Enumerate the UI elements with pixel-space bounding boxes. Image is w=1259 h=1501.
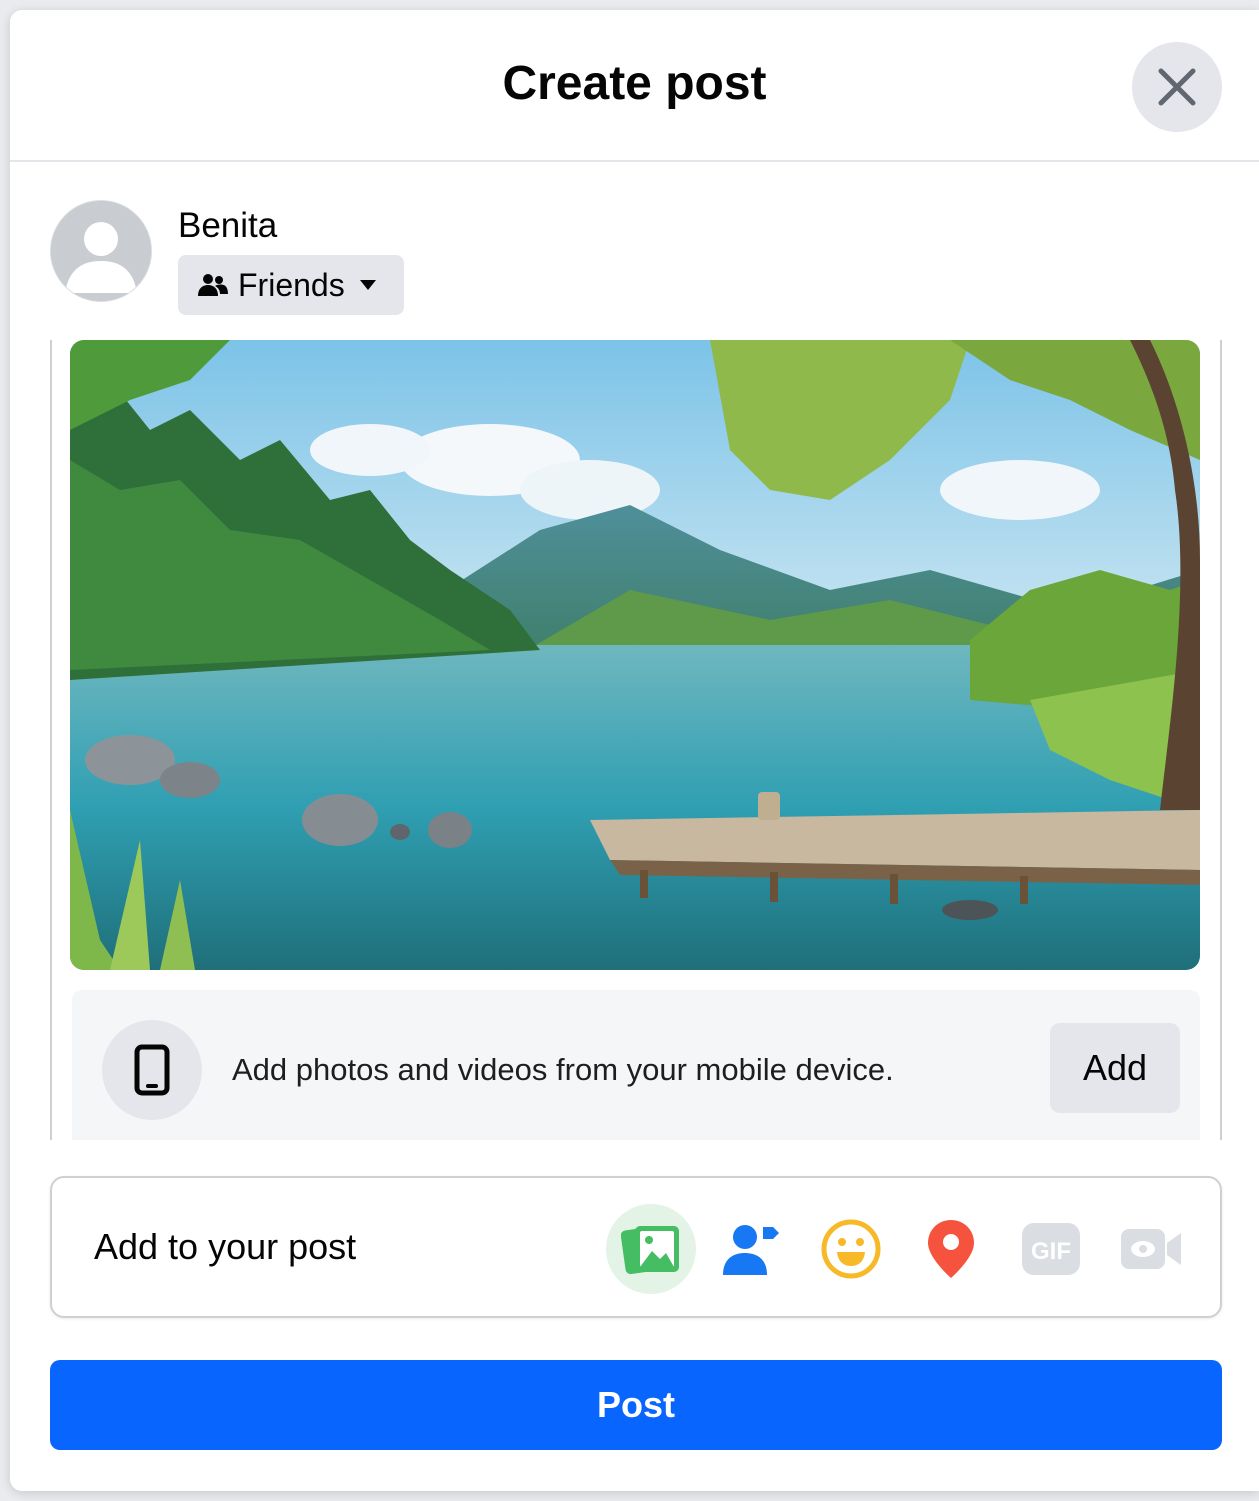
attached-photo[interactable] [70, 340, 1200, 970]
close-icon [1158, 68, 1196, 106]
tag-people-icon [723, 1225, 779, 1275]
mobile-upload-prompt: Add photos and videos from your mobile d… [232, 1052, 894, 1087]
photo-video-button[interactable] [606, 1204, 696, 1294]
audience-label: Friends [238, 266, 345, 303]
photo-video-icon [621, 1225, 679, 1275]
gif-button: GIF [1006, 1204, 1096, 1294]
live-video-button [1106, 1204, 1196, 1294]
feeling-activity-button[interactable] [806, 1204, 896, 1294]
feeling-icon [821, 1219, 881, 1279]
post-author: Benita Friends [50, 200, 650, 315]
mobile-phone-icon [134, 1044, 170, 1096]
check-in-button[interactable] [906, 1204, 996, 1294]
add-to-your-post-bar: Add to your post GIF [50, 1176, 1222, 1318]
tag-people-button[interactable] [706, 1204, 796, 1294]
mobile-device-icon-wrapper [102, 1020, 202, 1120]
dialog-header: Create post [10, 10, 1259, 162]
add-from-mobile-button[interactable]: Add [1050, 1023, 1180, 1113]
dialog-title: Create post [502, 57, 767, 110]
create-post-dialog: Create post Benita Friends Add photos an… [10, 10, 1259, 1491]
author-name: Benita [178, 206, 278, 245]
close-button[interactable] [1132, 42, 1222, 132]
gif-label: GIF [1031, 1238, 1071, 1265]
live-video-icon [1121, 1229, 1181, 1269]
mobile-upload-panel: Add photos and videos from your mobile d… [72, 990, 1200, 1140]
audience-selector-button[interactable]: Friends [178, 255, 404, 315]
add-to-post-label: Add to your post [94, 1226, 357, 1267]
avatar[interactable] [50, 200, 152, 302]
default-avatar-icon [51, 201, 151, 301]
gif-icon: GIF [1022, 1223, 1080, 1275]
check-in-icon [928, 1220, 974, 1278]
lake-landscape-image [70, 340, 1200, 970]
caret-down-icon [359, 280, 376, 290]
post-button[interactable]: Post [50, 1360, 1222, 1450]
friends-icon [198, 274, 228, 296]
